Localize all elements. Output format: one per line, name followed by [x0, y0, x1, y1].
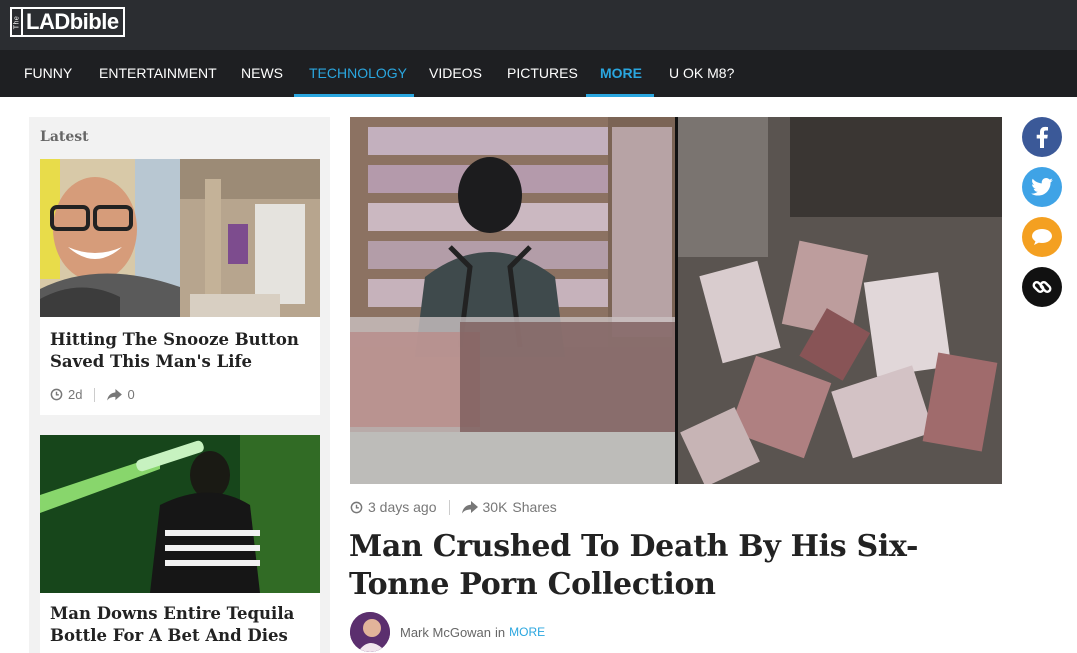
main-nav: FUNNY ENTERTAINMENT NEWS TECHNOLOGY VIDE…	[0, 50, 1077, 97]
share-arrow-icon	[107, 388, 123, 401]
latest-card[interactable]: Man Downs Entire Tequila Bottle For A Be…	[40, 435, 320, 653]
nav-item-entertainment[interactable]: ENTERTAINMENT	[99, 50, 217, 97]
author-avatar[interactable]	[350, 612, 390, 652]
article-category-link[interactable]: MORE	[509, 625, 545, 639]
facebook-share-button[interactable]	[1022, 117, 1062, 157]
comment-icon	[1032, 229, 1052, 245]
nav-item-u-ok-m8[interactable]: U OK M8?	[669, 50, 734, 97]
copy-link-button[interactable]	[1022, 267, 1062, 307]
top-bar: The LADbible	[0, 0, 1077, 50]
latest-sidebar: Latest Hitting The Snooze Button Saved T…	[29, 117, 330, 653]
card-thumbnail[interactable]	[40, 159, 320, 317]
nav-item-technology[interactable]: TECHNOLOGY	[309, 50, 407, 97]
meta-divider	[448, 499, 450, 515]
nav-item-pictures[interactable]: PICTURES	[507, 50, 578, 97]
article-shares-label: Shares	[512, 499, 557, 515]
nav-item-more[interactable]: MORE	[600, 50, 642, 97]
card-title[interactable]: Hitting The Snooze Button Saved This Man…	[50, 329, 312, 373]
card-meta: 2d 0	[50, 387, 135, 402]
article-title: Man Crushed To Death By His Six-Tonne Po…	[349, 529, 919, 602]
hero-image[interactable]	[350, 117, 1002, 484]
clock-icon	[350, 501, 363, 513]
author-row: Mark McGowan in MORE	[350, 612, 545, 652]
logo-name: LADbible	[26, 9, 119, 34]
twitter-share-button[interactable]	[1022, 167, 1062, 207]
card-title[interactable]: Man Downs Entire Tequila Bottle For A Be…	[50, 603, 312, 647]
nav-item-funny[interactable]: FUNNY	[24, 50, 72, 97]
card-share-count: 0	[127, 387, 135, 402]
logo-the-text: The	[13, 15, 20, 29]
link-icon	[1032, 281, 1052, 293]
author-in: in	[495, 624, 506, 640]
sidebar-title: Latest	[40, 129, 89, 145]
clock-icon	[50, 388, 63, 401]
share-arrow-icon	[461, 500, 478, 513]
card-thumbnail[interactable]	[40, 435, 320, 593]
site-logo[interactable]: The LADbible	[10, 7, 125, 37]
author-name[interactable]: Mark McGowan	[400, 625, 491, 640]
article-meta: 3 days ago 30K Shares	[350, 499, 557, 515]
twitter-icon	[1031, 178, 1053, 196]
comment-button[interactable]	[1022, 217, 1062, 257]
article-time: 3 days ago	[368, 499, 437, 515]
nav-item-news[interactable]: NEWS	[241, 50, 283, 97]
nav-item-videos[interactable]: VIDEOS	[429, 50, 482, 97]
article-share-count: 30K	[482, 499, 508, 515]
latest-card[interactable]: Hitting The Snooze Button Saved This Man…	[40, 159, 320, 415]
nav-active-indicator-more	[586, 94, 654, 97]
card-time: 2d	[68, 387, 83, 402]
meta-divider	[94, 387, 96, 402]
facebook-icon	[1036, 126, 1048, 148]
nav-active-indicator-technology	[294, 94, 414, 97]
